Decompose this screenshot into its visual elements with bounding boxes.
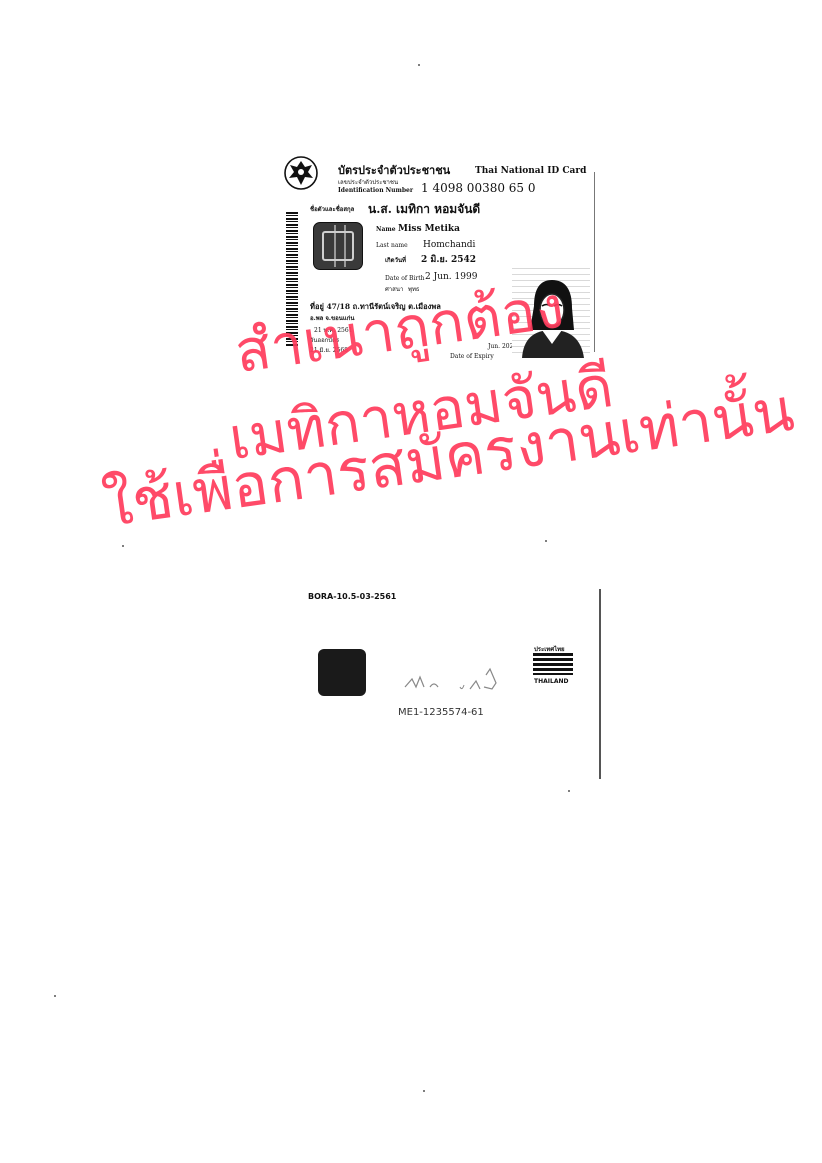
scan-speck — [568, 790, 570, 792]
signature-icon — [404, 667, 497, 690]
portrait-silhouette-icon — [522, 280, 584, 358]
religion-label: ศาสนา — [385, 286, 404, 293]
barcode — [286, 212, 298, 347]
expiry-date-thai: 21 มิ.ย. 2568 — [310, 347, 349, 354]
scan-speck — [423, 1090, 425, 1092]
religion: พุทธ — [408, 286, 420, 293]
expiry-label: Date of Expiry — [450, 353, 494, 360]
scan-speck — [418, 64, 420, 66]
garuda-seal-icon — [284, 156, 318, 190]
issue-label: วันออกบัตร — [310, 337, 340, 344]
issue-date: 21 พ.ค. 2561 — [314, 327, 353, 334]
lastname: Homchandi — [423, 240, 476, 250]
thai-flag-icon — [533, 653, 573, 675]
laser-code: ME1-1235574-61 — [398, 707, 484, 718]
name-english: Miss Metika — [398, 224, 460, 234]
dob-thai: 2 มิ.ย. 2542 — [421, 255, 477, 265]
id-card-front: บัตรประจำตัวประชาชน Thai National ID Car… — [280, 150, 598, 362]
name-thai: น.ส. เมทิกา หอมจันดี — [368, 202, 481, 216]
back-chip-block — [318, 649, 366, 696]
id-number: 1 4098 00380 65 0 — [421, 181, 536, 195]
lastname-label: Last name — [376, 242, 408, 249]
scanned-document-page: บัตรประจำตัวประชาชน Thai National ID Car… — [0, 0, 822, 1163]
back-code: BORA-10.5-03-2561 — [308, 592, 397, 601]
card-edge — [594, 172, 595, 352]
dob-english: 2 Jun. 1999 — [425, 272, 478, 282]
id-label-english: Identification Number — [338, 187, 414, 194]
stamp-line-purpose: ใช้เพื่อการสมัครงานเท่านั้น — [98, 374, 799, 542]
scan-speck — [122, 545, 124, 547]
scan-speck — [54, 995, 56, 997]
card-title-english: Thai National ID Card — [475, 166, 587, 176]
dob-label-english: Date of Birth — [385, 275, 425, 282]
name-label-thai: ชื่อตัวและชื่อสกุล — [310, 206, 355, 213]
card-title-thai: บัตรประจำตัวประชาชน — [338, 164, 451, 177]
scan-speck — [545, 540, 547, 542]
smartcard-chip — [313, 222, 363, 270]
address-line-2: อ.พล จ.ขอนแก่น — [310, 315, 355, 322]
flag-label-english: THAILAND — [534, 678, 569, 685]
holder-photo — [512, 268, 590, 358]
name-label-english: Name — [376, 226, 396, 233]
dob-label-thai: เกิดวันที่ — [385, 257, 407, 264]
id-card-back: BORA-10.5-03-2561 ME1-1235574-61 ประเทศไ… — [300, 585, 605, 785]
card-edge — [599, 589, 601, 779]
id-label-thai: เลขประจำตัวประชาชน — [338, 179, 399, 186]
address-line-1: ที่อยู่ 47/18 ถ.ทานีรัตน์เจริญ ต.เมืองพล — [310, 302, 441, 311]
